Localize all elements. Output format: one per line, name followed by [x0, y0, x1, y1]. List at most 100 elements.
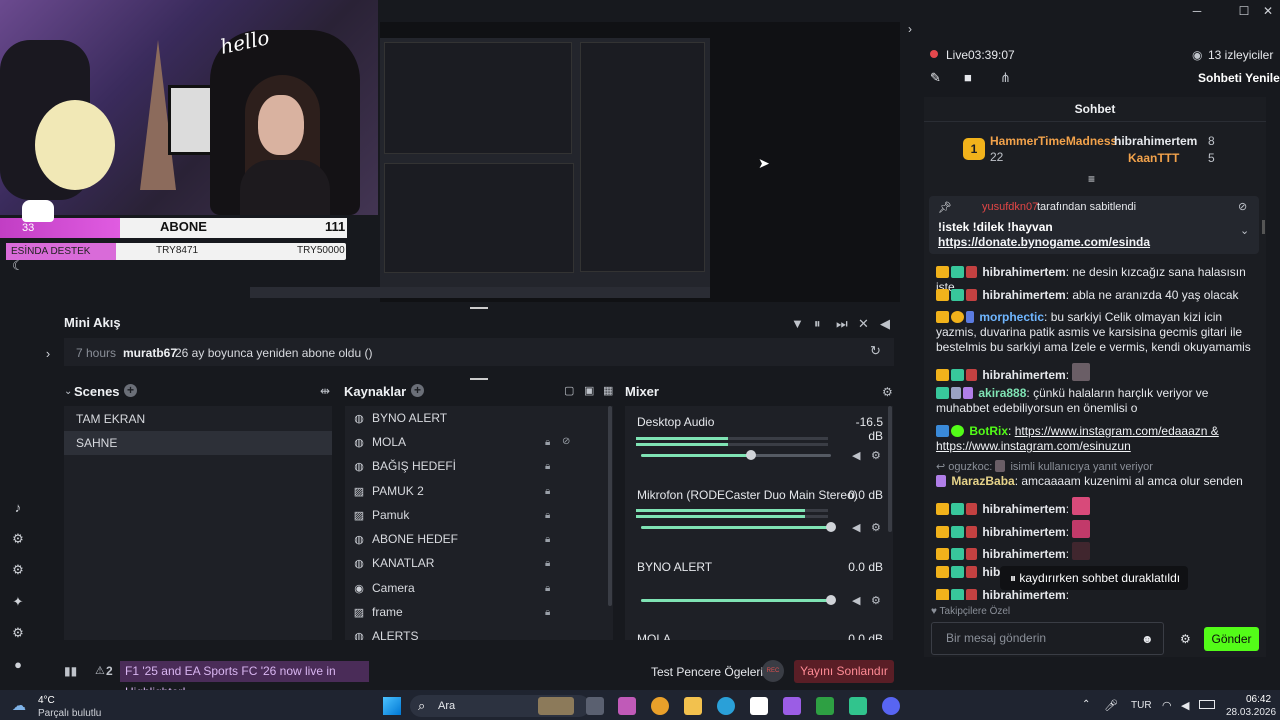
- task-view-icon[interactable]: [586, 697, 604, 715]
- leaderboard-first-name[interactable]: HammerTimeMadness: [990, 134, 1117, 148]
- clock-date[interactable]: 28.03.2026: [1226, 707, 1276, 718]
- refresh-chat-button[interactable]: Sohbeti Yenile: [1198, 71, 1280, 85]
- source-item[interactable]: ◉ Camera: [352, 576, 602, 600]
- source-item[interactable]: ▨ frame: [352, 600, 602, 624]
- discord-icon[interactable]: [882, 697, 900, 715]
- sources-scrollbar[interactable]: [608, 406, 612, 606]
- collapse-chevron-icon[interactable]: ›: [908, 22, 912, 36]
- camera-icon[interactable]: ■: [964, 70, 972, 85]
- replay-icon[interactable]: ↻: [870, 343, 881, 359]
- test-widgets-button[interactable]: Test Pencere Ögeleri: [651, 665, 763, 679]
- lock-icon[interactable]: 🔒︎: [545, 583, 550, 594]
- chat-scrollbar[interactable]: [1262, 220, 1265, 234]
- folder-icon[interactable]: ▣: [584, 384, 594, 397]
- speaker-icon[interactable]: ◀: [852, 594, 860, 607]
- plugin-icon[interactable]: ⚙: [10, 531, 26, 547]
- close-button[interactable]: ✕: [1256, 2, 1280, 20]
- collapse-chevron-icon[interactable]: ⌄: [64, 386, 72, 397]
- chat-settings-icon[interactable]: ⚙: [1180, 632, 1191, 646]
- chat-paused-pill[interactable]: ⏸ kaydırırken sohbet duraklatıldı: [1000, 566, 1188, 590]
- clock-time[interactable]: 06:42: [1246, 694, 1271, 705]
- edit-icon[interactable]: ✎: [930, 70, 941, 86]
- source-item[interactable]: ◍ KANATLAR: [352, 551, 602, 575]
- battery-icon[interactable]: [1199, 700, 1215, 709]
- volume-slider[interactable]: [641, 450, 831, 460]
- end-stream-button[interactable]: Yayını Sonlandır: [794, 660, 894, 683]
- streamlabs-icon[interactable]: [783, 697, 801, 715]
- language-indicator[interactable]: TUR: [1131, 700, 1152, 711]
- split-icon[interactable]: ⇹: [320, 384, 330, 398]
- maximize-button[interactable]: ☐: [1232, 2, 1256, 20]
- leaderboard-third-name[interactable]: KaanTTT: [1128, 151, 1179, 165]
- mixer-settings-icon[interactable]: ⚙: [882, 385, 893, 399]
- emoji-icon[interactable]: ☻: [1141, 632, 1154, 646]
- edge-icon[interactable]: [717, 697, 735, 715]
- minimize-button[interactable]: ─: [1185, 2, 1209, 20]
- tools-icon[interactable]: ⚙: [10, 562, 26, 578]
- chat-input[interactable]: Bir mesaj gönderin: [931, 622, 1164, 655]
- source-item[interactable]: ▨ PAMUK 2: [352, 479, 602, 503]
- chrome-icon[interactable]: [651, 697, 669, 715]
- warning-icon[interactable]: ⚠: [95, 664, 105, 677]
- wifi-icon[interactable]: ◠: [1162, 699, 1172, 712]
- mini-feed-user[interactable]: muratb67: [123, 346, 177, 360]
- collapse-leaderboard-icon[interactable]: ≡: [1088, 172, 1095, 186]
- leaderboard-second-name[interactable]: hibrahimertem: [1114, 134, 1197, 148]
- scene-item-active[interactable]: SAHNE: [64, 431, 332, 455]
- volume-icon[interactable]: ◀: [880, 316, 890, 332]
- copilot-icon[interactable]: [618, 697, 636, 715]
- expand-pinned-icon[interactable]: ⌄: [1240, 224, 1249, 237]
- source-item[interactable]: ◍ BYNO ALERT: [352, 406, 602, 430]
- lock-icon[interactable]: 🔒︎: [545, 486, 550, 497]
- mixer-scrollbar[interactable]: [888, 406, 892, 532]
- settings-icon[interactable]: ⚙: [10, 625, 26, 641]
- source-item[interactable]: ◍ BAĞIŞ HEDEFİ: [352, 454, 602, 478]
- hidden-icon[interactable]: ⊘: [562, 436, 570, 447]
- scene-item[interactable]: TAM EKRAN: [64, 407, 332, 431]
- volume-slider[interactable]: [641, 595, 836, 605]
- kick-icon[interactable]: [849, 697, 867, 715]
- mute-alerts-icon[interactable]: ✕: [858, 316, 869, 332]
- speaker-icon[interactable]: ◀: [852, 521, 860, 534]
- tiktok-icon[interactable]: ♪: [10, 500, 26, 516]
- record-button[interactable]: REC: [762, 660, 784, 682]
- stats-icon[interactable]: ▮▮: [64, 664, 77, 678]
- channel-settings-icon[interactable]: ⚙: [871, 594, 881, 607]
- share-icon[interactable]: ⋔: [1000, 70, 1011, 86]
- source-item[interactable]: ◍ ABONE HEDEF: [352, 527, 602, 551]
- store-icon[interactable]: [750, 697, 768, 715]
- pinned-user[interactable]: yusufdkn07: [982, 201, 1038, 213]
- volume-slider[interactable]: [641, 522, 836, 532]
- lock-icon[interactable]: 🔒︎: [545, 534, 550, 545]
- tray-chevron-icon[interactable]: ⌃: [1082, 699, 1090, 710]
- source-item[interactable]: ◍ ALERTS: [352, 624, 602, 640]
- volume-tray-icon[interactable]: ◀: [1181, 699, 1189, 712]
- resize-handle[interactable]: [470, 307, 488, 309]
- unpin-icon[interactable]: ⊘: [1238, 200, 1247, 213]
- add-folder-icon[interactable]: ▦: [603, 384, 613, 397]
- sparkle-icon[interactable]: ✦: [10, 594, 26, 610]
- windows-start-icon[interactable]: [383, 697, 401, 715]
- channel-settings-icon[interactable]: ⚙: [871, 449, 881, 462]
- lock-icon[interactable]: 🔒︎: [545, 461, 550, 472]
- resize-handle-2[interactable]: [470, 378, 488, 380]
- expand-chevron-icon[interactable]: ›: [40, 346, 56, 362]
- xbox-icon[interactable]: [816, 697, 834, 715]
- file-explorer-icon[interactable]: [684, 697, 702, 715]
- add-source-icon[interactable]: +: [411, 384, 424, 397]
- skip-icon[interactable]: ⏭: [836, 316, 848, 332]
- microphone-icon[interactable]: 🎤︎: [1104, 699, 1118, 712]
- lock-icon[interactable]: 🔒︎: [545, 607, 550, 618]
- layers-icon[interactable]: ▢: [564, 384, 574, 397]
- channel-settings-icon[interactable]: ⚙: [871, 521, 881, 534]
- filter-icon[interactable]: ▼: [791, 316, 804, 331]
- profile-icon[interactable]: ●: [10, 657, 26, 673]
- add-scene-icon[interactable]: +: [124, 384, 137, 397]
- send-button[interactable]: Gönder: [1204, 627, 1259, 651]
- highlighter-banner[interactable]: F1 '25 and EA Sports FC '26 now live in …: [120, 661, 369, 699]
- speaker-icon[interactable]: ◀: [852, 449, 860, 462]
- lock-icon[interactable]: 🔒︎: [545, 510, 550, 521]
- pause-icon[interactable]: ⏸: [814, 316, 821, 332]
- lock-icon[interactable]: 🔒︎: [545, 437, 550, 448]
- source-item[interactable]: ▨ Pamuk: [352, 503, 602, 527]
